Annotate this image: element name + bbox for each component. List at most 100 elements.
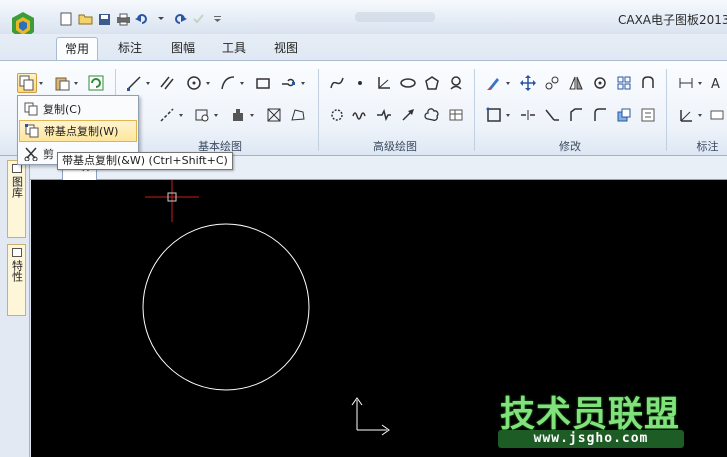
tab-tools[interactable]: 工具: [214, 37, 254, 60]
table-icon[interactable]: [446, 105, 466, 125]
check-icon[interactable]: [191, 11, 207, 27]
window-title: CAXA电子图板2013: [618, 13, 727, 27]
undo-icon[interactable]: [134, 11, 150, 27]
block-icon[interactable]: [228, 105, 248, 125]
svg-text:A: A: [711, 77, 720, 91]
tooltip: 带基点复制(&W) (Ctrl+Shift+C): [57, 152, 233, 170]
gear-curve-icon[interactable]: [327, 105, 347, 125]
scissors-icon: [19, 147, 43, 161]
save-icon[interactable]: [96, 11, 112, 27]
parallel-line-icon[interactable]: [157, 73, 177, 93]
copy-button[interactable]: [17, 73, 37, 93]
tangent-dropdown-arrow[interactable]: [178, 105, 184, 125]
tab-common[interactable]: 常用: [56, 37, 99, 60]
ucs-axis-icon: [351, 397, 390, 436]
fillet-icon[interactable]: [590, 105, 610, 125]
copy-with-base-icon: [20, 124, 44, 138]
sidetab-properties-label: 特性: [10, 260, 24, 282]
open-folder-icon[interactable]: [77, 11, 93, 27]
region-fill-icon[interactable]: [288, 105, 308, 125]
paste-button[interactable]: [52, 73, 72, 93]
ellipse-icon[interactable]: [398, 73, 418, 93]
properties-icon: [11, 248, 22, 257]
move-icon[interactable]: [518, 73, 538, 93]
watermark-url: www.jsgho.com: [498, 430, 684, 448]
polygon-icon[interactable]: [422, 73, 442, 93]
group-separator: [666, 69, 667, 151]
hatch-icon[interactable]: [192, 105, 212, 125]
menu-item-copy[interactable]: 复制(C): [19, 98, 137, 120]
centerline-icon[interactable]: [278, 73, 298, 93]
cloud-line-icon[interactable]: [422, 105, 442, 125]
angle-line-icon[interactable]: [374, 73, 394, 93]
point-icon[interactable]: [350, 73, 370, 93]
leader-icon[interactable]: [707, 105, 727, 125]
menu-item-copy-with-base[interactable]: 带基点复制(W): [19, 120, 137, 142]
blurred-text: [355, 12, 435, 22]
circle-icon[interactable]: [184, 73, 204, 93]
library-icon: [11, 164, 22, 173]
extend-icon[interactable]: [542, 105, 562, 125]
scale-grid-icon[interactable]: [614, 73, 634, 93]
rotate-icon[interactable]: [590, 73, 610, 93]
new-file-icon[interactable]: [58, 11, 74, 27]
tab-view[interactable]: 视图: [266, 37, 306, 60]
menu-item-copy-label: 复制(C): [43, 103, 82, 116]
sidetab-properties[interactable]: 特性: [7, 244, 26, 316]
offset-icon[interactable]: [638, 105, 658, 125]
redo-icon[interactable]: [172, 11, 188, 27]
print-icon[interactable]: [115, 11, 131, 27]
arc-dropdown-arrow[interactable]: [239, 73, 245, 93]
drawn-circle[interactable]: [142, 223, 310, 391]
line-icon[interactable]: [124, 73, 144, 93]
dimension-icon[interactable]: [676, 73, 696, 93]
explode-icon[interactable]: [614, 105, 634, 125]
pattern-fill-icon[interactable]: [264, 105, 284, 125]
title-bar: CAXA电子图板2013: [0, 0, 727, 40]
coordinate-dimension-icon[interactable]: [676, 105, 696, 125]
watermark: 技术员联盟 www.jsgho.com: [494, 386, 688, 451]
break-line-icon[interactable]: [374, 105, 394, 125]
group-separator: [474, 69, 475, 151]
rectangle-icon[interactable]: [253, 73, 273, 93]
tab-dimension[interactable]: 标注: [110, 37, 150, 60]
line-dropdown-arrow[interactable]: [145, 73, 151, 93]
mirror-icon[interactable]: [566, 73, 586, 93]
menu-item-cut-label: 剪: [43, 148, 54, 161]
trim-dropdown-arrow[interactable]: [505, 105, 511, 125]
ribbon-tab-bar: 常用 标注 图幅 工具 视图: [0, 34, 727, 60]
tab-frame[interactable]: 图幅: [163, 37, 203, 60]
refresh-icon[interactable]: [86, 73, 106, 93]
group-label-modify: 修改: [559, 140, 581, 153]
array-icon[interactable]: [542, 73, 562, 93]
centerline-dropdown-arrow[interactable]: [300, 73, 306, 93]
paste-dropdown-arrow[interactable]: [73, 73, 79, 93]
wave-line-icon[interactable]: [350, 105, 370, 125]
hatch-dropdown-arrow[interactable]: [213, 105, 219, 125]
tangent-line-icon[interactable]: [157, 105, 177, 125]
dimension-dropdown-arrow[interactable]: [697, 73, 703, 93]
spline-icon[interactable]: [327, 73, 347, 93]
menu-item-copy-with-base-label: 带基点复制(W): [44, 125, 119, 138]
block-dropdown-arrow[interactable]: [249, 105, 255, 125]
hole-icon[interactable]: [446, 73, 466, 93]
arc-icon[interactable]: [218, 73, 238, 93]
customize-qat-icon[interactable]: [210, 11, 226, 27]
arrow-icon[interactable]: [398, 105, 418, 125]
copy-icon: [19, 102, 43, 116]
text-icon[interactable]: A: [707, 73, 727, 93]
circle-dropdown-arrow[interactable]: [205, 73, 211, 93]
delete-brush-icon[interactable]: [484, 73, 504, 93]
copy-dropdown-arrow[interactable]: [38, 73, 44, 93]
chamfer-icon[interactable]: [566, 105, 586, 125]
break-icon[interactable]: [518, 105, 538, 125]
coordinate-dropdown-arrow[interactable]: [697, 105, 703, 125]
delete-dropdown-arrow[interactable]: [505, 73, 511, 93]
group-separator: [318, 69, 319, 151]
undo-dropdown-icon[interactable]: [153, 11, 169, 27]
sidetab-library[interactable]: 图库: [7, 160, 26, 238]
stretch-icon[interactable]: [638, 73, 658, 93]
side-panel: 图库 特性: [0, 156, 30, 457]
trim-icon[interactable]: [484, 105, 504, 125]
sidetab-library-label: 图库: [10, 176, 24, 198]
